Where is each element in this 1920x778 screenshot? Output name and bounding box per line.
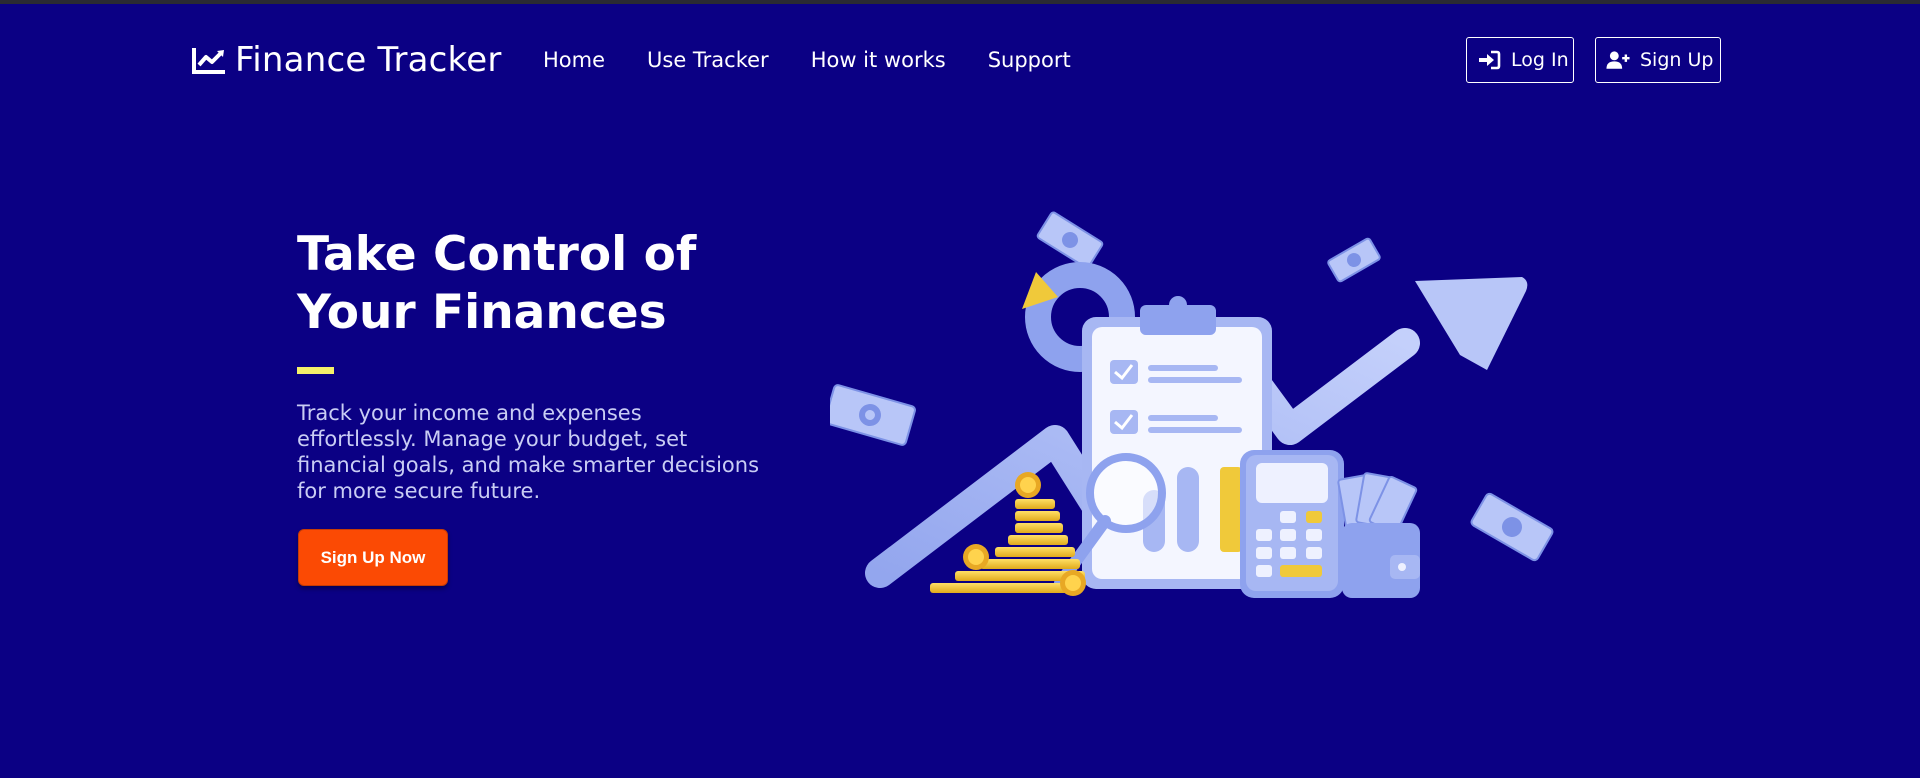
hero-subtitle: Track your income and expenses effortles… bbox=[297, 401, 760, 503]
hero-title: Take Control of Your Finances bbox=[297, 226, 817, 342]
nav-link-home[interactable]: Home bbox=[543, 46, 605, 74]
window-top-border bbox=[0, 0, 1920, 4]
signup-now-button[interactable]: Sign Up Now bbox=[298, 529, 448, 586]
nav-link-how-it-works[interactable]: How it works bbox=[811, 46, 946, 74]
money-bill-icon bbox=[830, 384, 916, 446]
hero-title-line-2: Your Finances bbox=[297, 285, 667, 340]
line-chart-icon bbox=[192, 48, 225, 74]
brand-logo[interactable]: Finance Tracker bbox=[191, 40, 502, 80]
title-accent-bar bbox=[297, 367, 334, 374]
signup-label: Sign Up bbox=[1640, 49, 1714, 71]
wallet-icon bbox=[1337, 472, 1420, 598]
login-label: Log In bbox=[1511, 49, 1569, 71]
finance-illustration bbox=[830, 211, 1554, 598]
money-bill-icon bbox=[1036, 211, 1104, 269]
brand-name: Finance Tracker bbox=[235, 40, 502, 80]
hero-title-line-1: Take Control of bbox=[297, 227, 697, 282]
user-plus-icon bbox=[1606, 51, 1630, 69]
sign-in-icon bbox=[1479, 50, 1501, 70]
signup-button[interactable]: Sign Up bbox=[1595, 37, 1721, 83]
calculator-icon bbox=[1240, 450, 1344, 598]
login-button[interactable]: Log In bbox=[1466, 37, 1574, 83]
nav-link-support[interactable]: Support bbox=[988, 46, 1071, 74]
main-nav: Home Use Tracker How it works Support bbox=[543, 46, 1071, 74]
nav-link-use-tracker[interactable]: Use Tracker bbox=[647, 46, 769, 74]
growth-arrow-head bbox=[1415, 277, 1528, 370]
money-bill-icon bbox=[1470, 492, 1554, 562]
money-bill-icon bbox=[1327, 237, 1381, 283]
